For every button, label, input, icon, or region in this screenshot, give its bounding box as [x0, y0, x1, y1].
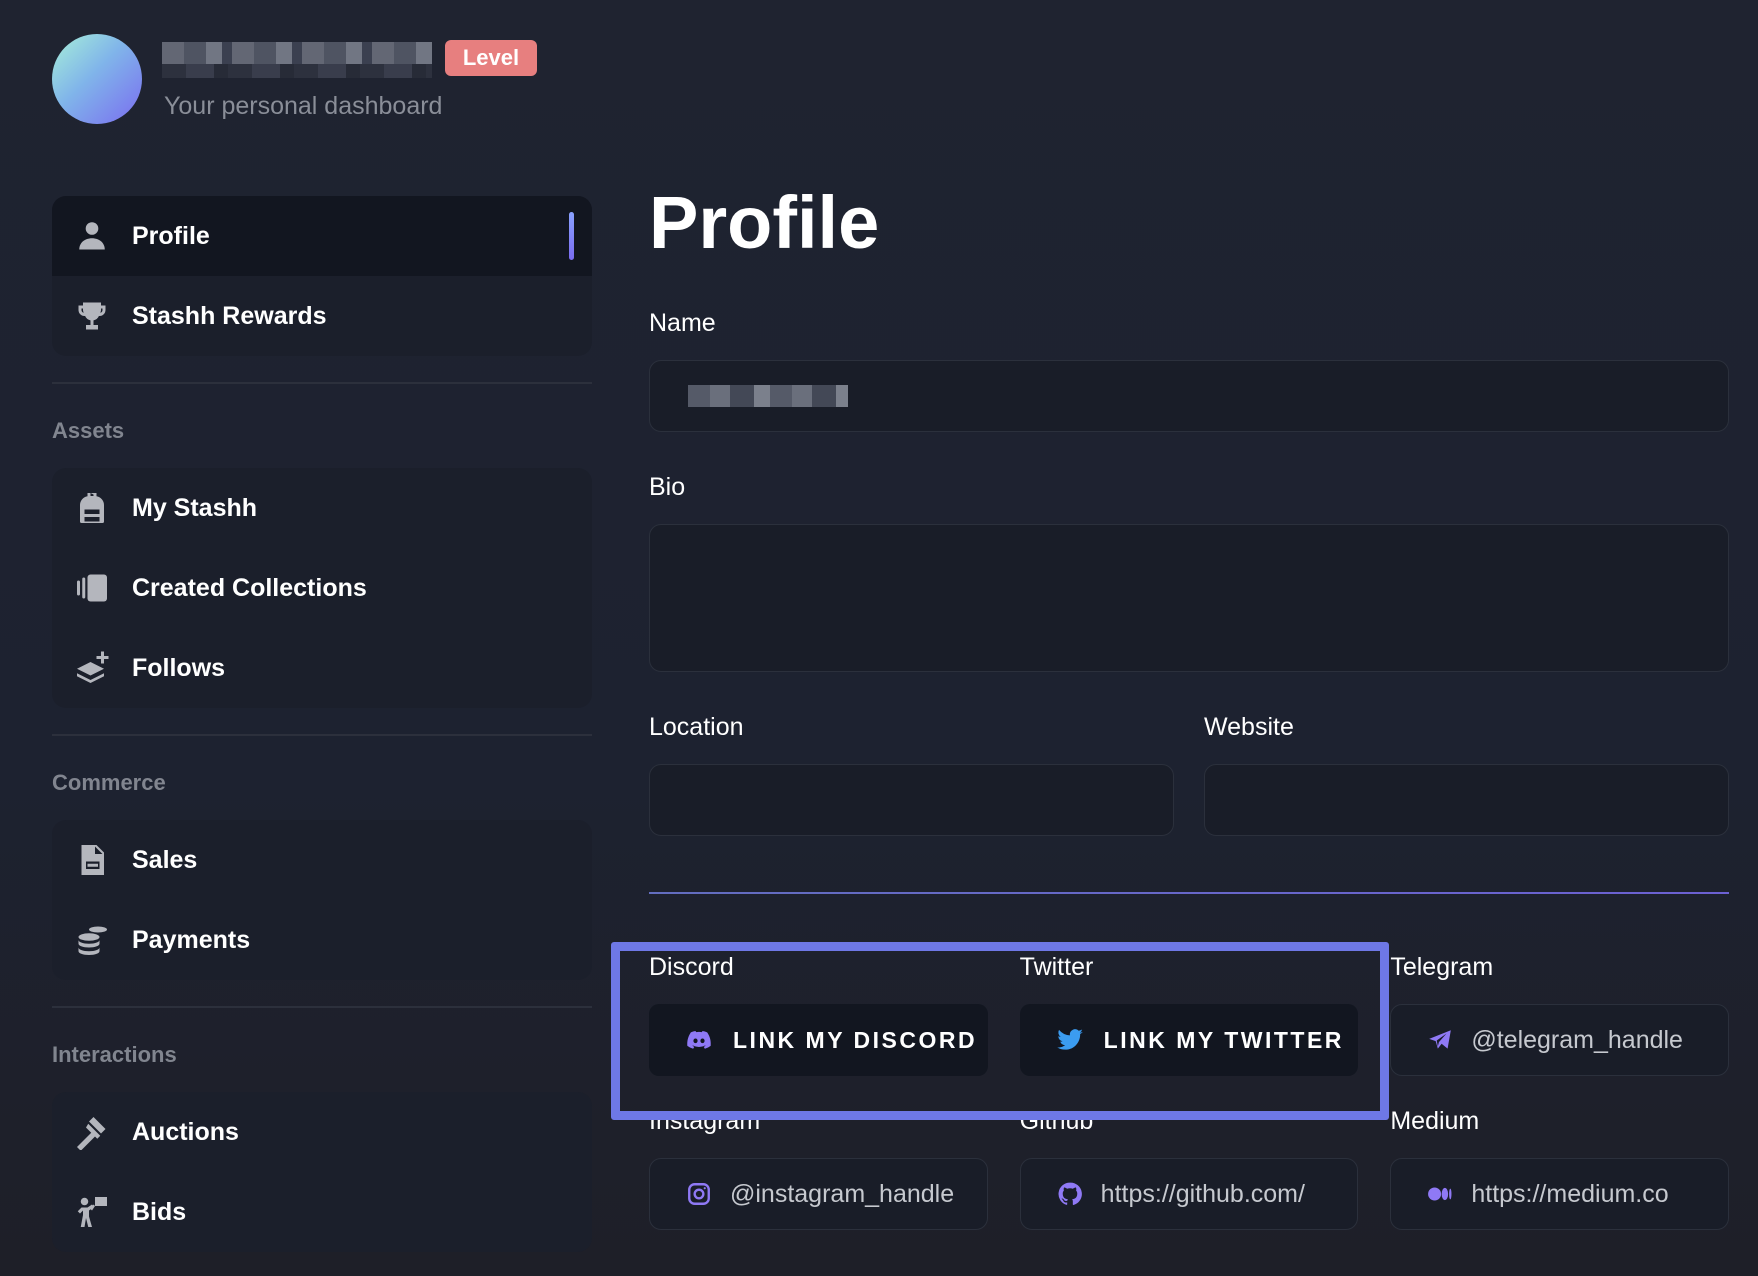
username-redacted — [162, 42, 432, 78]
collections-icon — [72, 568, 112, 608]
profile-form: Profile Name Bio Location Website Discor… — [649, 180, 1730, 1230]
sidebar-card-interactions: Auctions Bids — [52, 1092, 592, 1252]
telegram-field[interactable]: @telegram_handle — [1390, 1004, 1730, 1076]
coins-icon — [72, 920, 112, 960]
sidebar-item-label: My Stashh — [132, 493, 258, 522]
sidebar-card-commerce: Sales Payments — [52, 820, 592, 980]
active-indicator — [569, 212, 574, 260]
sidebar: Profile Stashh Rewards Assets My Stashh … — [52, 196, 592, 1252]
section-label-assets: Assets — [52, 418, 125, 443]
medium-label: Medium — [1390, 1107, 1480, 1135]
instagram-icon — [688, 1183, 710, 1205]
sidebar-item-label: Created Collections — [132, 573, 367, 602]
backpack-icon — [72, 488, 112, 528]
link-twitter-label: LINK MY TWITTER — [1103, 1026, 1344, 1053]
sidebar-divider — [52, 734, 592, 736]
sidebar-item-auctions[interactable]: Auctions — [52, 1092, 592, 1172]
github-icon — [1058, 1182, 1082, 1205]
telegram-placeholder: @telegram_handle — [1471, 1025, 1683, 1054]
dashboard-header: Level Your personal dashboard — [52, 34, 612, 126]
medium-icon — [1428, 1187, 1452, 1201]
sidebar-divider — [52, 1006, 592, 1008]
sidebar-item-label: Bids — [132, 1197, 187, 1226]
telegram-icon — [1429, 1030, 1452, 1049]
location-field[interactable] — [649, 764, 1174, 836]
link-twitter-button[interactable]: LINK MY TWITTER — [1019, 1004, 1359, 1076]
link-discord-label: LINK MY DISCORD — [733, 1026, 978, 1053]
link-discord-button[interactable]: LINK MY DISCORD — [649, 1004, 988, 1076]
location-label: Location — [649, 713, 744, 741]
sidebar-item-stashh-rewards[interactable]: Stashh Rewards — [52, 276, 592, 356]
github-placeholder: https://github.com/ — [1100, 1179, 1305, 1208]
sidebar-item-label: Auctions — [132, 1117, 239, 1146]
layers-plus-icon — [72, 648, 112, 688]
discord-icon — [687, 1031, 711, 1049]
sidebar-item-label: Stashh Rewards — [132, 301, 327, 330]
sidebar-item-payments[interactable]: Payments — [52, 900, 592, 980]
bid-sign-icon — [72, 1192, 112, 1232]
receipt-icon — [72, 840, 112, 880]
telegram-label: Telegram — [1390, 953, 1494, 981]
instagram-placeholder: @instagram_handle — [730, 1179, 955, 1208]
bio-label: Bio — [649, 473, 686, 501]
sidebar-card-main: Profile Stashh Rewards — [52, 196, 592, 356]
github-label: Github — [1019, 1107, 1094, 1135]
trophy-icon — [72, 296, 112, 336]
sidebar-divider — [52, 382, 592, 384]
sidebar-card-assets: My Stashh Created Collections Follows — [52, 468, 592, 708]
medium-field[interactable]: https://medium.co — [1390, 1158, 1730, 1230]
dashboard-subtitle: Your personal dashboard — [164, 92, 443, 120]
name-label: Name — [649, 309, 716, 337]
section-divider — [649, 892, 1729, 894]
sidebar-item-label: Follows — [132, 653, 226, 682]
sidebar-item-created-collections[interactable]: Created Collections — [52, 548, 592, 628]
sidebar-item-bids[interactable]: Bids — [52, 1172, 592, 1252]
twitter-label: Twitter — [1019, 953, 1094, 981]
sidebar-item-my-stashh[interactable]: My Stashh — [52, 468, 592, 548]
avatar[interactable] — [52, 34, 142, 124]
section-label-commerce: Commerce — [52, 770, 166, 795]
bio-textarea[interactable] — [649, 524, 1729, 672]
level-badge: Level — [445, 40, 537, 76]
website-field[interactable] — [1204, 764, 1729, 836]
twitter-icon — [1056, 1029, 1083, 1050]
sidebar-item-profile[interactable]: Profile — [52, 196, 592, 276]
sidebar-item-label: Sales — [132, 845, 198, 874]
instagram-field[interactable]: @instagram_handle — [649, 1158, 988, 1230]
gavel-icon — [72, 1112, 112, 1152]
website-label: Website — [1204, 713, 1294, 741]
sidebar-item-sales[interactable]: Sales — [52, 820, 592, 900]
github-field[interactable]: https://github.com/ — [1019, 1158, 1359, 1230]
name-value-redacted — [688, 385, 848, 407]
page-title: Profile — [649, 181, 880, 264]
name-field[interactable] — [649, 360, 1729, 432]
sidebar-item-label: Profile — [132, 221, 210, 250]
section-label-interactions: Interactions — [52, 1042, 177, 1067]
discord-label: Discord — [649, 953, 734, 981]
sidebar-item-follows[interactable]: Follows — [52, 628, 592, 708]
sidebar-item-label: Payments — [132, 925, 251, 954]
instagram-label: Instagram — [649, 1107, 761, 1135]
medium-placeholder: https://medium.co — [1471, 1179, 1669, 1208]
user-icon — [72, 216, 112, 256]
